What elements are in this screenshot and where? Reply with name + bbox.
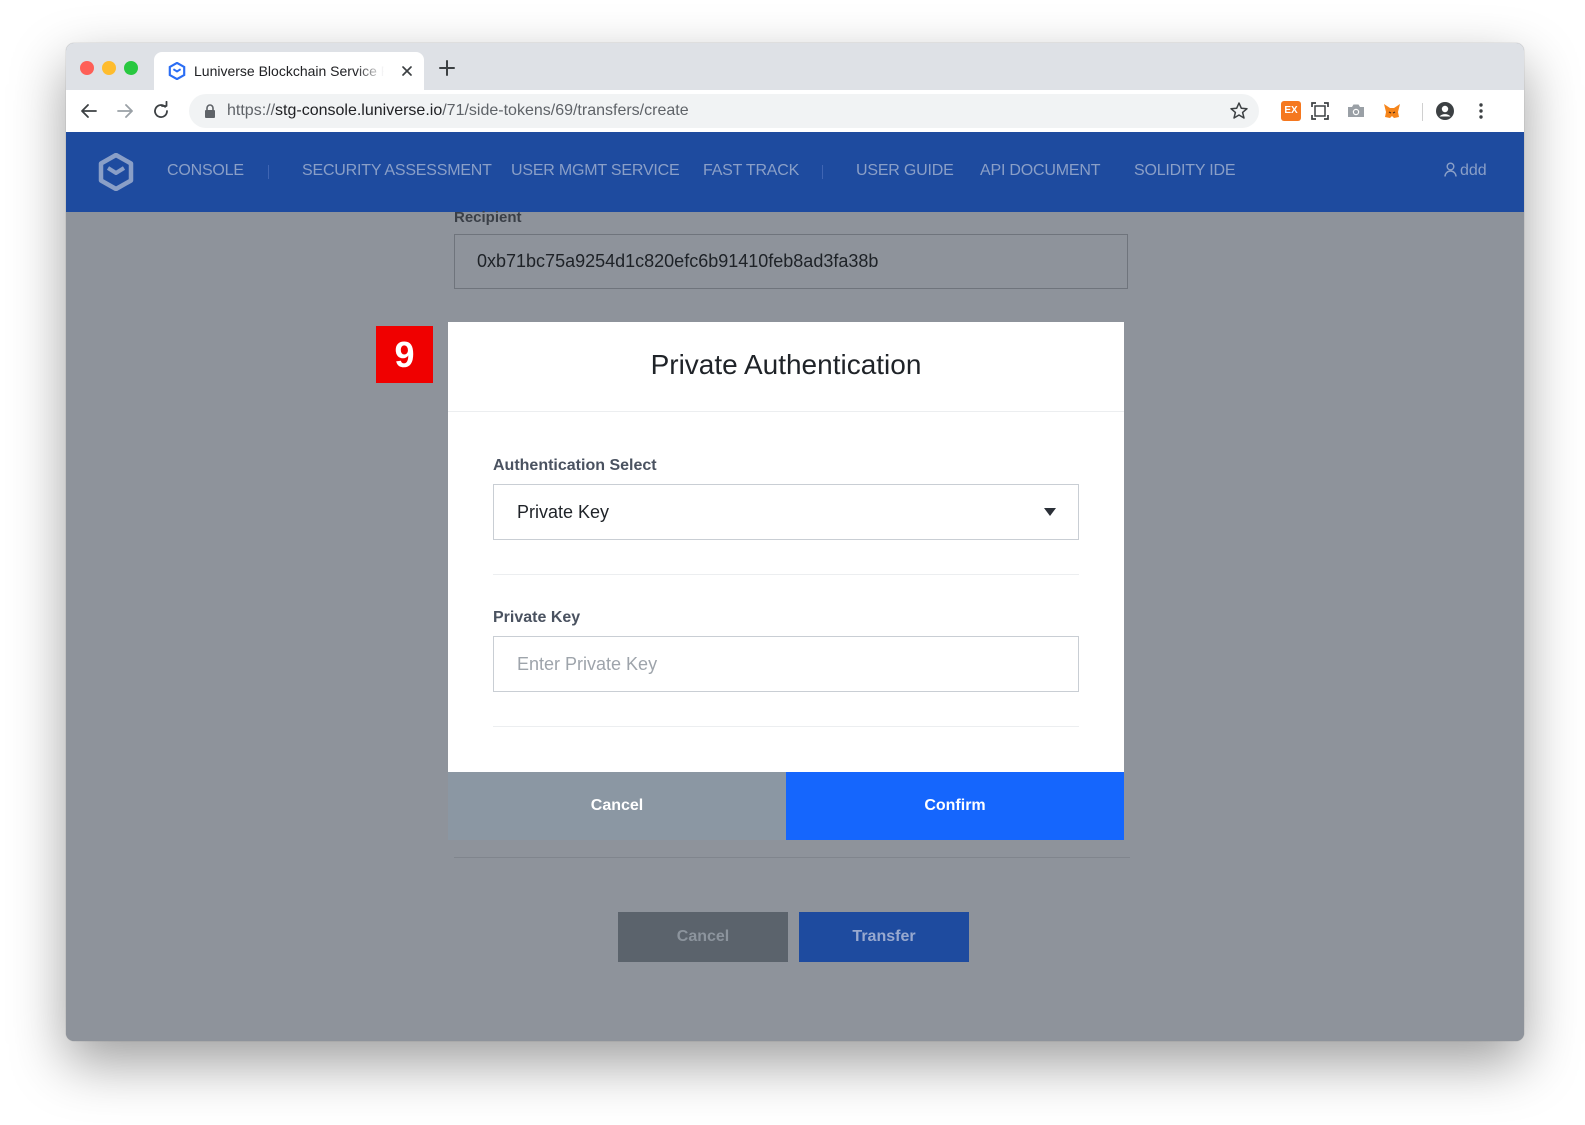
private-authentication-modal: Private Authentication Authentication Se… [448, 322, 1124, 840]
caret-down-icon [1044, 508, 1056, 516]
more-menu-icon[interactable] [1471, 101, 1491, 121]
tab-strip: Luniverse Blockchain Service P [66, 43, 1524, 90]
auth-select-label: Authentication Select [493, 457, 657, 474]
camera-icon[interactable] [1346, 101, 1366, 121]
field-divider [493, 574, 1079, 575]
browser-tab-active[interactable]: Luniverse Blockchain Service P [154, 52, 424, 90]
maximize-window-button[interactable] [124, 61, 138, 75]
form-divider [454, 857, 1130, 858]
back-arrow-icon[interactable] [79, 101, 99, 121]
auth-select-value: Private Key [517, 502, 610, 522]
nav-solidity-ide[interactable]: SOLIDITY IDE [1134, 162, 1236, 180]
url-scheme: https:// [227, 102, 276, 119]
app-header: CONSOLE SECURITY ASSESSMENT USER MGMT SE… [66, 132, 1524, 212]
auth-method-select[interactable]: Private Key [493, 484, 1079, 540]
address-bar[interactable]: https://stg-console.luniverse.io/71/side… [189, 94, 1259, 128]
recipient-label: Recipient [454, 209, 522, 226]
luniverse-logo-icon[interactable] [98, 153, 134, 191]
screenshot-frame-icon[interactable] [1310, 101, 1330, 121]
nav-separator [268, 165, 269, 179]
tab-title: Luniverse Blockchain Service P [194, 63, 384, 79]
metamask-fox-icon[interactable] [1382, 101, 1402, 121]
browser-toolbar: https://stg-console.luniverse.io/71/side… [66, 90, 1524, 133]
new-tab-icon[interactable] [438, 59, 456, 77]
minimize-window-button[interactable] [102, 61, 116, 75]
nav-separator [822, 165, 823, 179]
nav-fast-track[interactable]: FAST TRACK [703, 162, 799, 180]
lock-icon [205, 104, 215, 118]
nav-api-document[interactable]: API DOCUMENT [980, 162, 1100, 180]
modal-title: Private Authentication [650, 349, 922, 380]
url-host: stg-console.luniverse.io [275, 102, 443, 119]
luniverse-favicon-icon [168, 62, 186, 80]
profile-avatar-icon[interactable] [1435, 101, 1455, 121]
field-divider [493, 726, 1079, 727]
user-name: ddd [1460, 162, 1487, 179]
confirm-button[interactable]: Confirm [786, 772, 1124, 840]
close-window-button[interactable] [80, 61, 94, 75]
reload-icon[interactable] [151, 101, 171, 121]
modal-header: Private Authentication [448, 322, 1124, 412]
bookmark-star-icon[interactable] [1229, 101, 1249, 121]
ex-extension-icon[interactable]: EX [1281, 101, 1301, 121]
forward-arrow-icon[interactable] [115, 101, 135, 121]
private-key-label: Private Key [493, 609, 581, 626]
form-cancel-button[interactable]: Cancel [618, 912, 788, 962]
nav-user-mgmt-service[interactable]: USER MGMT SERVICE [511, 162, 680, 180]
modal-cancel-button[interactable]: Cancel [448, 772, 786, 840]
close-tab-icon[interactable] [397, 61, 417, 81]
toolbar-separator [1422, 103, 1423, 121]
user-icon [1444, 162, 1457, 177]
url-path: /71/side-tokens/69/transfers/create [442, 102, 689, 119]
private-key-input[interactable] [493, 636, 1079, 692]
recipient-field[interactable]: 0xb71bc75a9254d1c820efc6b91410feb8ad3fa3… [454, 234, 1128, 289]
transfer-button[interactable]: Transfer [799, 912, 969, 962]
user-menu[interactable]: ddd [1444, 162, 1487, 180]
step-number-badge: 9 [376, 326, 433, 383]
nav-user-guide[interactable]: USER GUIDE [856, 162, 954, 180]
url-text: https://stg-console.luniverse.io/71/side… [227, 102, 689, 120]
nav-console[interactable]: CONSOLE [167, 162, 244, 180]
nav-security-assessment[interactable]: SECURITY ASSESSMENT [302, 162, 492, 180]
